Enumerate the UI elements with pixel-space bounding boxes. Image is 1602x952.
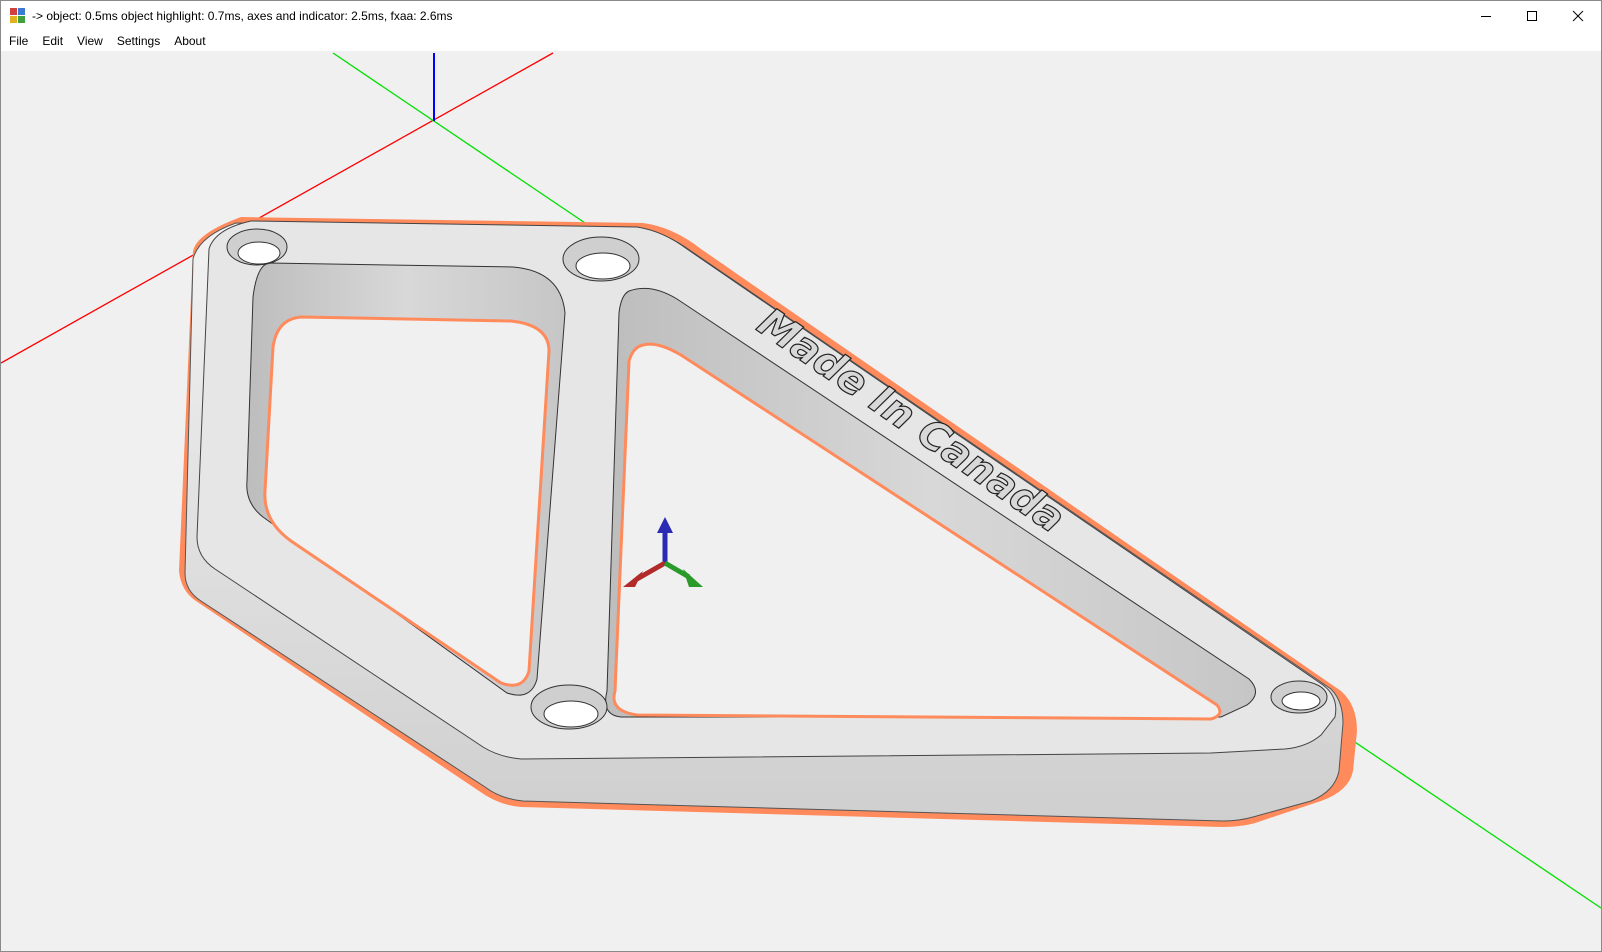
window-controls bbox=[1463, 1, 1601, 31]
close-button[interactable] bbox=[1555, 1, 1601, 31]
window-title: -> object: 0.5ms object highlight: 0.7ms… bbox=[32, 9, 453, 23]
menu-edit[interactable]: Edit bbox=[36, 31, 69, 51]
close-icon bbox=[1572, 10, 1584, 22]
mount-hole-bottom-middle bbox=[530, 684, 608, 730]
mount-hole-right bbox=[1270, 680, 1328, 714]
title-bar: -> object: 0.5ms object highlight: 0.7ms… bbox=[1, 1, 1601, 31]
app-window: -> object: 0.5ms object highlight: 0.7ms… bbox=[0, 0, 1602, 952]
maximize-button[interactable] bbox=[1509, 1, 1555, 31]
3d-viewport[interactable]: Made In Canada bbox=[1, 51, 1601, 951]
app-window-icon bbox=[10, 8, 26, 24]
minimize-button[interactable] bbox=[1463, 1, 1509, 31]
mount-hole-top-left bbox=[226, 228, 288, 266]
menu-settings[interactable]: Settings bbox=[111, 31, 166, 51]
bracket-model[interactable]: Made In Canada bbox=[184, 220, 1344, 822]
menu-file[interactable]: File bbox=[3, 31, 34, 51]
scene-canvas: Made In Canada bbox=[1, 52, 1601, 909]
menu-about[interactable]: About bbox=[168, 31, 211, 51]
menu-bar: File Edit View Settings About bbox=[1, 31, 1601, 51]
maximize-icon bbox=[1527, 11, 1537, 21]
menu-view[interactable]: View bbox=[71, 31, 109, 51]
minimize-icon bbox=[1481, 16, 1491, 17]
mount-hole-top-middle bbox=[562, 236, 640, 282]
